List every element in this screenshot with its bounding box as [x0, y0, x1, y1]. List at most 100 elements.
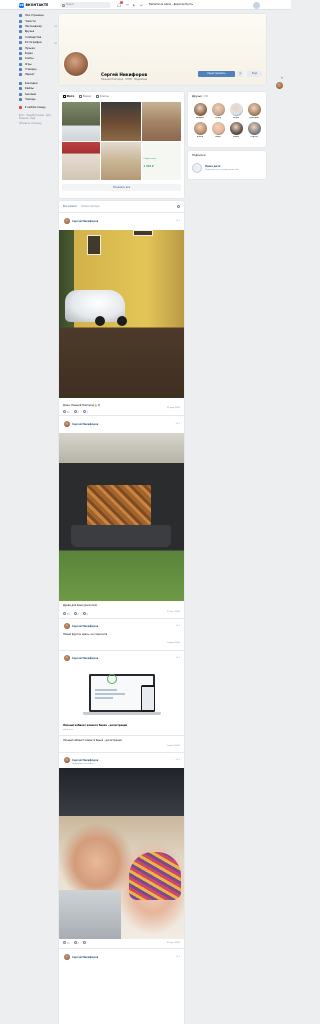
bumper — [71, 525, 171, 547]
post-menu-icon[interactable]: ••• — [175, 758, 180, 761]
post-author[interactable]: Сергей Никифоров — [72, 956, 98, 959]
post-menu-icon[interactable]: ••• — [175, 955, 180, 958]
search-input[interactable]: Поиск — [60, 2, 111, 8]
post-photo[interactable] — [59, 433, 184, 601]
photo-thumb[interactable] — [62, 141, 100, 180]
profile-meta[interactable]: Нижний Новгород · ЛЭТИ · Подробнее — [101, 78, 147, 81]
share-button[interactable]: 1 — [82, 410, 88, 414]
photo-thumb[interactable] — [101, 141, 141, 180]
divider — [59, 735, 184, 736]
post-date[interactable]: 7 июля 2020 — [166, 642, 180, 644]
comment-button[interactable]: 3 — [73, 612, 79, 616]
like-button[interactable]: 11 — [63, 941, 70, 945]
top-avatar[interactable] — [253, 1, 260, 9]
vk-logo[interactable]: VK ВКОНТАКТЕ — [19, 2, 48, 8]
friend-item[interactable]: Ольга — [209, 103, 227, 119]
divider — [59, 415, 184, 416]
avatar[interactable] — [64, 623, 70, 629]
wall-tab[interactable]: Записи автора — [81, 205, 99, 208]
link-title[interactable]: Личный кабинет клиента банка - регистрац… — [63, 724, 127, 727]
next-track-icon[interactable]: ⏭ — [140, 3, 143, 7]
like-button[interactable]: 13 — [63, 612, 70, 616]
link-source[interactable]: otkritie.ru — [63, 729, 73, 731]
photo-thumb[interactable] — [101, 102, 141, 141]
post-actions: 11 2 1 — [63, 410, 88, 414]
like-count: 11 — [66, 411, 70, 414]
post-author[interactable]: Сергей Никифоров — [72, 625, 98, 628]
post-photo[interactable] — [59, 768, 184, 939]
avatar[interactable] — [64, 421, 70, 427]
edit-profile-button[interactable]: Редактировать — [198, 71, 235, 77]
friend-item[interactable]: Сергей — [245, 122, 263, 138]
post-author[interactable]: Сергей Никифоров — [72, 423, 98, 426]
avatar[interactable] — [64, 757, 70, 763]
share-button[interactable]: 1 — [82, 612, 88, 616]
show-all-photos-button[interactable]: Показать все — [62, 184, 181, 191]
chevron-up-icon[interactable]: ▲ — [281, 76, 283, 79]
subscriptions-title[interactable]: Подписки — [192, 154, 205, 157]
friend-name: Елена — [196, 136, 204, 138]
community-avatar[interactable] — [192, 163, 202, 173]
more-button[interactable]: Ещё — [247, 71, 262, 77]
share-icon — [82, 410, 86, 413]
prev-track-icon[interactable]: ⏮ — [126, 3, 129, 7]
like-button[interactable]: 11 — [63, 410, 70, 414]
nav-footer[interactable]: Блог · Разработчикам · Для бизнеса · Ещё — [19, 114, 57, 120]
post-date[interactable]: 17 окт 2020 — [167, 611, 180, 613]
logo-mark: VK — [19, 2, 24, 8]
floating-avatar[interactable] — [276, 82, 283, 89]
photo-thumb[interactable] — [141, 102, 181, 141]
friend-item[interactable]: Игорь — [227, 103, 245, 119]
friend-item[interactable]: Дмитрий — [245, 103, 263, 119]
post-author[interactable]: Сергей Никифоров — [72, 657, 98, 660]
divider — [59, 948, 184, 949]
post-author[interactable]: Сергей Никифоров — [72, 759, 98, 762]
post-date[interactable]: 30 дек 2019 — [167, 942, 180, 944]
nav-item-label: Помощь — [24, 98, 36, 102]
post-subtitle[interactable]: Подробнее о записи — [72, 763, 93, 765]
nav-item-label: Видео — [24, 51, 33, 55]
post-menu-icon[interactable]: ••• — [175, 624, 180, 627]
post-caption: Новый фургон здесь, на горизонте — [63, 633, 108, 636]
post-actions: 13 3 1 — [63, 612, 88, 616]
photo-thumb[interactable] — [62, 102, 100, 141]
friend-item[interactable]: Елена — [191, 122, 209, 138]
tab-0[interactable]: Фото — [63, 95, 74, 98]
comment-count: 2 — [77, 411, 79, 414]
community-name[interactable]: Наша дача — [205, 165, 220, 168]
friend-item[interactable]: Андрей — [191, 103, 209, 119]
post-date[interactable]: 10 апр 2023 — [167, 407, 180, 409]
play-icon[interactable]: ▶ — [133, 3, 135, 7]
friend-item[interactable]: Вера — [209, 122, 227, 138]
post-menu-icon[interactable]: ••• — [175, 422, 180, 425]
avatar[interactable] — [64, 218, 70, 224]
nav-footer-link[interactable]: Обновить страницу — [19, 122, 57, 125]
post-date[interactable]: 1 июля 2020 — [166, 745, 180, 747]
friends-title[interactable]: Друзья 130 — [192, 95, 208, 98]
divider — [59, 650, 184, 651]
nav-icon — [19, 46, 22, 50]
share-button[interactable] — [82, 941, 87, 945]
stats-icon[interactable]: ◔ — [237, 71, 243, 77]
tab-1[interactable]: Видео — [79, 95, 91, 98]
friend-item[interactable]: Павел — [227, 122, 245, 138]
promo-thumb[interactable]: Смарт-часы 1 399 ₽ — [141, 141, 181, 180]
nav-item-label: Файлы — [24, 87, 34, 91]
now-playing-track[interactable]: Tamerlan & Alena - Дорогая Пусть — [149, 3, 193, 6]
avatar[interactable] — [64, 954, 70, 960]
mini-app-item[interactable]: Я люблю пиццу — [19, 105, 57, 110]
avatar[interactable] — [64, 655, 70, 661]
profile-avatar[interactable] — [63, 51, 89, 77]
post-author[interactable]: Сергей Никифоров — [72, 220, 98, 223]
wall-tab[interactable]: Все записи — [63, 205, 77, 208]
friend-name: Ольга — [214, 117, 222, 119]
post-photo[interactable] — [59, 230, 184, 398]
comment-button[interactable]: 2 — [73, 410, 79, 414]
tab-2[interactable]: Клипы — [96, 95, 109, 98]
nav-icon — [19, 35, 22, 39]
search-icon[interactable] — [177, 204, 180, 208]
comment-button[interactable]: 2 — [73, 941, 79, 945]
post-menu-icon[interactable]: ••• — [175, 656, 180, 659]
post-menu-icon[interactable]: ••• — [175, 219, 180, 222]
link-preview-image[interactable] — [59, 667, 184, 723]
